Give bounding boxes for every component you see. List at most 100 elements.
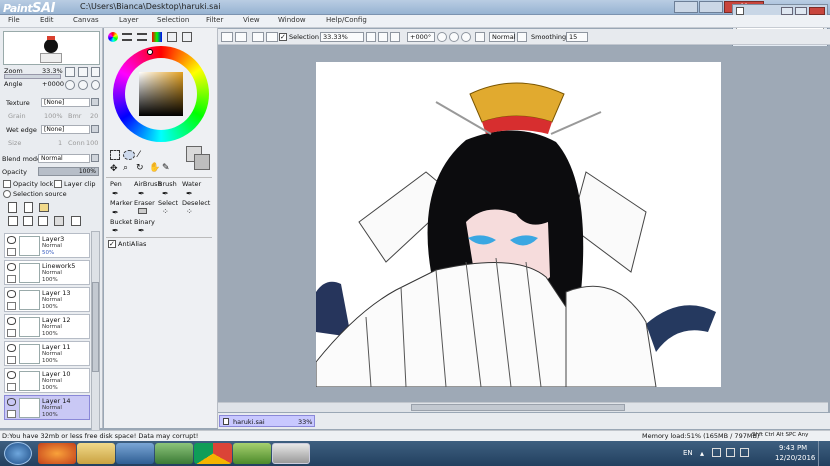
tool-marker[interactable]: Marker	[110, 199, 132, 207]
mini-maximize-button[interactable]	[795, 7, 807, 15]
rotate-right-icon[interactable]	[78, 80, 88, 90]
chevron-down-icon[interactable]	[91, 154, 99, 162]
rect-select-icon[interactable]	[110, 150, 120, 160]
menu-selection[interactable]: Selection	[157, 16, 189, 24]
tray-date[interactable]: 12/20/2016	[775, 454, 815, 462]
menu-canvas[interactable]: Canvas	[73, 16, 99, 24]
layer-item[interactable]: Layer 13 Normal 100%	[4, 287, 90, 312]
swatches-icon[interactable]	[182, 32, 192, 42]
app-taskbar-icon[interactable]	[155, 443, 193, 464]
opacity-slider[interactable]: 100%	[38, 167, 99, 176]
hue-handle[interactable]	[147, 49, 153, 55]
tool-brush[interactable]: Brush	[158, 180, 177, 188]
copy-layer-icon[interactable]	[8, 216, 18, 226]
zoom-in-button[interactable]	[65, 67, 75, 77]
selection-checkbox[interactable]: ✓	[279, 33, 287, 41]
language-indicator[interactable]: EN	[683, 449, 693, 457]
rotate-reset-icon[interactable]	[461, 32, 471, 42]
lock-checkbox[interactable]	[7, 302, 16, 310]
zoom-icon[interactable]: ⌕	[123, 163, 128, 173]
color-wheel-mode-icon[interactable]	[108, 32, 118, 42]
chevron-down-icon[interactable]	[517, 32, 527, 42]
tray-time[interactable]: 9:43 PM	[779, 444, 807, 452]
redo-button[interactable]	[235, 32, 247, 42]
menu-help-config[interactable]: Help/Config	[326, 16, 367, 24]
tray-up-icon[interactable]: ▴	[700, 449, 704, 458]
lock-checkbox[interactable]	[7, 275, 16, 283]
start-button[interactable]	[4, 442, 32, 465]
tool-bucket[interactable]: Bucket	[110, 218, 132, 226]
menu-edit[interactable]: Edit	[40, 16, 54, 24]
tool-water[interactable]: Water	[182, 180, 201, 188]
color-sv-square[interactable]	[139, 72, 183, 116]
document-tab[interactable]: haruki.sai 33%	[219, 415, 315, 427]
angle-field[interactable]: +000°	[407, 32, 435, 42]
firefox-taskbar-icon[interactable]	[38, 443, 76, 464]
chevron-down-icon[interactable]	[91, 98, 99, 106]
hand-icon[interactable]: ✋	[149, 163, 160, 173]
blend-mode-select[interactable]: Normal	[38, 154, 90, 163]
trash-icon[interactable]	[54, 216, 64, 226]
tool-pen[interactable]: Pen	[110, 180, 122, 188]
clear-layer-icon[interactable]	[71, 216, 81, 226]
lock-checkbox[interactable]	[7, 383, 16, 391]
layer-item[interactable]: Layer 12 Normal 100%	[4, 314, 90, 339]
tool-select[interactable]: Select	[158, 199, 178, 207]
navigator-preview[interactable]	[3, 31, 100, 65]
rotate-right-icon[interactable]	[449, 32, 459, 42]
menu-filter[interactable]: Filter	[206, 16, 223, 24]
move-icon[interactable]: ✥	[110, 164, 118, 174]
merge-down-icon[interactable]	[38, 216, 48, 226]
zoom-reset-button[interactable]	[91, 67, 100, 77]
tool-deselect[interactable]: Deselect	[182, 199, 210, 207]
selection-source-radio[interactable]	[3, 190, 11, 198]
eyedropper-icon[interactable]: ✎	[162, 163, 170, 173]
eye-icon[interactable]	[7, 398, 16, 406]
chevron-down-icon[interactable]	[91, 125, 99, 133]
color-wheel[interactable]	[113, 46, 209, 142]
horizontal-scrollbar[interactable]	[218, 402, 828, 412]
new-layer-icon[interactable]	[8, 202, 17, 213]
chrome-taskbar-icon[interactable]	[194, 443, 232, 464]
layer-item[interactable]: Layer 11 Normal 100%	[4, 341, 90, 366]
layer-clip-checkbox[interactable]	[54, 180, 62, 188]
scratchpad-icon[interactable]	[167, 32, 177, 42]
invert-selection-button[interactable]	[266, 32, 278, 42]
magic-wand-icon[interactable]: ⁄	[138, 150, 140, 160]
eye-icon[interactable]	[7, 317, 16, 325]
rotate-icon[interactable]: ↻	[136, 163, 144, 173]
texture-select[interactable]: [None]	[41, 98, 90, 107]
lock-checkbox[interactable]	[7, 356, 16, 364]
minimize-button[interactable]	[674, 1, 698, 13]
eye-icon[interactable]	[7, 263, 16, 271]
show-desktop-button[interactable]	[818, 441, 830, 466]
smoothing-field[interactable]: 15	[566, 32, 588, 42]
layer-item[interactable]: Layer 10 Normal 100%	[4, 368, 90, 393]
zoom-out-button[interactable]	[378, 32, 388, 42]
antialias-checkbox[interactable]: ✓	[108, 240, 116, 248]
menu-layer[interactable]: Layer	[119, 16, 139, 24]
rotate-reset-icon[interactable]	[91, 80, 100, 90]
menu-window[interactable]: Window	[278, 16, 306, 24]
brush-lock-icon[interactable]	[7, 410, 16, 418]
zoom-out-button[interactable]	[78, 67, 88, 77]
zoom-fit-button[interactable]	[390, 32, 400, 42]
eye-icon[interactable]	[7, 371, 16, 379]
explorer-taskbar-icon[interactable]	[77, 443, 115, 464]
battery-icon[interactable]	[726, 448, 735, 457]
undo-button[interactable]	[221, 32, 233, 42]
secondary-color-swatch[interactable]	[194, 154, 210, 170]
lock-checkbox[interactable]	[7, 329, 16, 337]
deselect-button[interactable]	[252, 32, 264, 42]
opacity-lock-checkbox[interactable]	[3, 180, 11, 188]
mini-minimize-button[interactable]	[781, 7, 793, 15]
color-palette-icon[interactable]	[152, 32, 162, 42]
lasso-select-icon[interactable]	[123, 150, 135, 160]
new-linework-layer-icon[interactable]	[24, 202, 33, 213]
canvas[interactable]	[316, 62, 721, 387]
layer-item[interactable]: Linework5 Normal 100%	[4, 260, 90, 285]
network-icon[interactable]	[712, 448, 721, 457]
new-folder-icon[interactable]	[39, 203, 49, 212]
eye-icon[interactable]	[7, 344, 16, 352]
flip-icon[interactable]	[475, 32, 485, 42]
